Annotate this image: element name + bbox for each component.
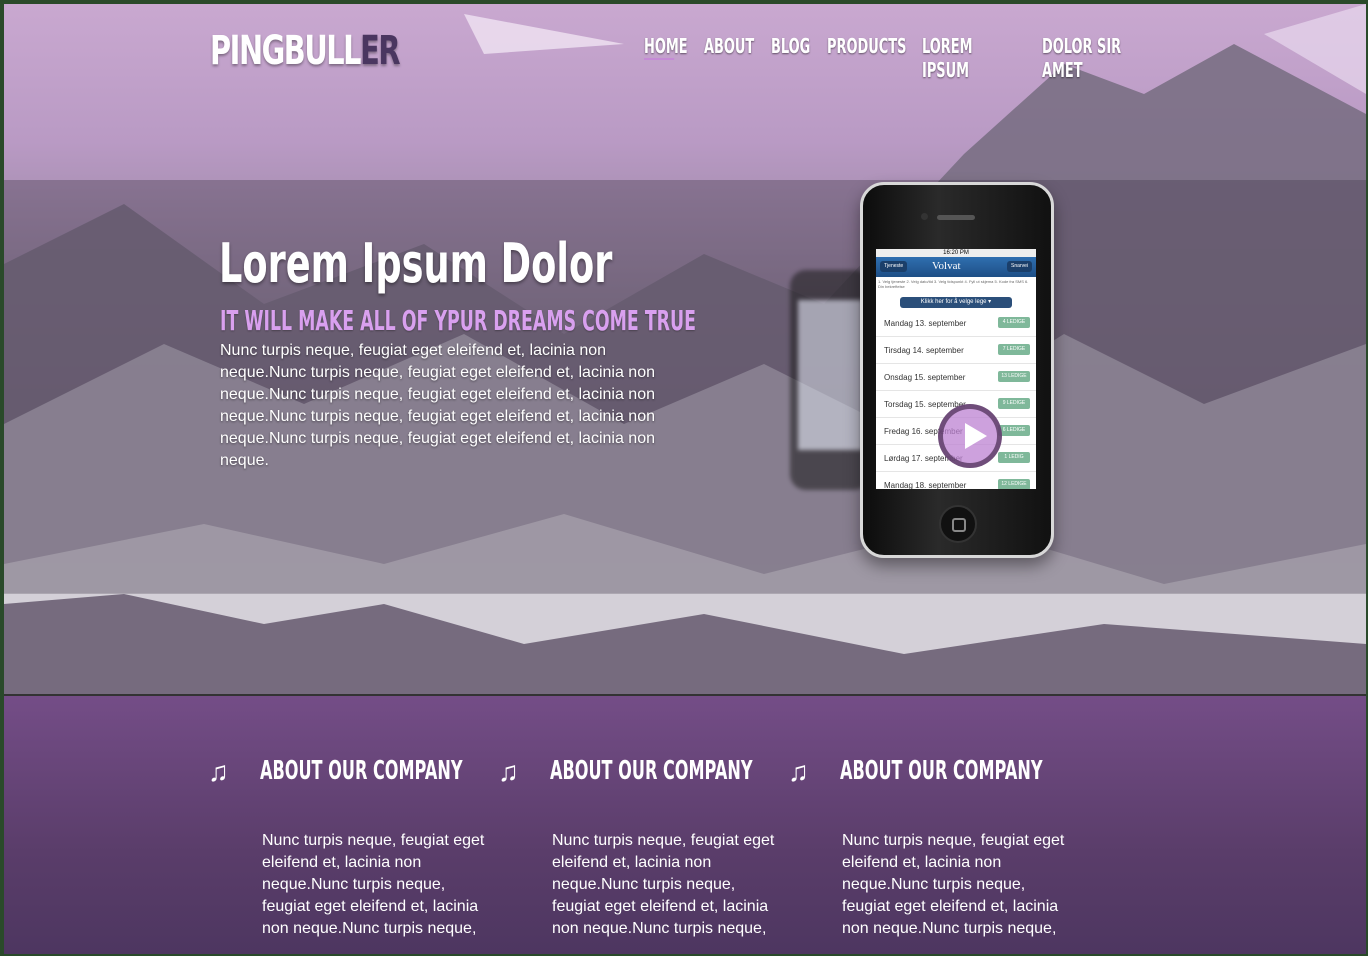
- phone-home-button-icon: [939, 505, 977, 543]
- speaker-icon: [937, 215, 975, 220]
- hero-text: Nunc turpis neque, feugiat eget eleifend…: [220, 342, 655, 469]
- phone-right-button: Snarvei: [1007, 261, 1032, 272]
- nav-about[interactable]: ABOUT: [704, 34, 754, 58]
- camera-icon: [921, 213, 928, 220]
- feature-text: Nunc turpis neque, feugiat eget eleifend…: [842, 832, 1065, 937]
- phone-row-day: Mandag 13. september: [884, 319, 967, 328]
- feature-text: Nunc turpis neque, feugiat eget eleifend…: [262, 832, 485, 937]
- main-nav: HOME ABOUT BLOG PRODUCTS LOREM IPSUM DOL…: [644, 34, 1182, 82]
- phone-row: Onsdag 15. september 13 LEDIGE: [876, 364, 1036, 391]
- nav-dolor-sir-amet[interactable]: DOLOR SIR AMET: [1042, 34, 1130, 82]
- logo-accent: ER: [360, 28, 400, 74]
- phone-pick-button: Klikk her for å velge lege ▾: [900, 297, 1012, 308]
- phone-back-button: Tjeneste: [880, 261, 908, 272]
- phone-row-badge: 12 LEDIGE: [998, 479, 1030, 489]
- phone-brand: Volvat: [932, 260, 961, 272]
- hero-title: Lorem Ipsum Dolor: [219, 232, 613, 295]
- nav-blog[interactable]: BLOG: [771, 34, 810, 58]
- phone-row: Mandag 13. september 4 LEDIGE: [876, 310, 1036, 337]
- phone-row: Tirsdag 14. september 7 LEDIGE: [876, 337, 1036, 364]
- feature-title: ABOUT OUR COMPANY: [840, 756, 1043, 786]
- feature-text: Nunc turpis neque, feugiat eget eleifend…: [552, 832, 775, 937]
- nav-lorem-ipsum[interactable]: LOREM IPSUM: [922, 34, 995, 82]
- phone-row-badge: 13 LEDIGE: [998, 371, 1030, 382]
- nav-home[interactable]: HOME: [644, 34, 688, 60]
- site-logo[interactable]: PINGBULLER: [210, 28, 400, 74]
- music-note-icon: ♫: [208, 756, 229, 787]
- logo-main: PINGBULL: [210, 28, 362, 74]
- phone-reflection: [790, 270, 870, 490]
- feature-title: ABOUT OUR COMPANY: [260, 756, 463, 786]
- phone-status-bar: 16:20 PM: [876, 249, 1036, 257]
- hero-band: [4, 180, 1366, 594]
- play-icon[interactable]: [938, 404, 1002, 468]
- hero-background: [4, 4, 1366, 694]
- hero-subtitle: IT WILL MAKE ALL OF YPUR DREAMS COME TRU…: [220, 304, 696, 337]
- phone-row-badge: 7 LEDIGE: [998, 344, 1030, 355]
- phone-app-bar: Tjeneste Volvat Snarvei: [876, 257, 1036, 277]
- phone-row-day: Mandag 18. september: [884, 481, 967, 489]
- phone-mockup: 16:20 PM Tjeneste Volvat Snarvei 1. Velg…: [860, 182, 1054, 558]
- phone-row-badge: 1 LEDIG: [998, 452, 1030, 463]
- nav-products[interactable]: PRODUCTS: [827, 34, 906, 58]
- music-note-icon: ♫: [498, 756, 519, 787]
- phone-row-badge: 9 LEDIGE: [998, 398, 1030, 409]
- phone-row-badge: 6 LEDIGE: [998, 425, 1030, 436]
- page: PINGBULLER HOME ABOUT BLOG PRODUCTS LORE…: [4, 4, 1366, 954]
- phone-row-day: Onsdag 15. september: [884, 373, 966, 382]
- phone-row-day: Tirsdag 14. september: [884, 346, 964, 355]
- music-note-icon: ♫: [788, 756, 809, 787]
- phone-screen: 16:20 PM Tjeneste Volvat Snarvei 1. Velg…: [876, 249, 1036, 489]
- phone-row: Mandag 18. september 12 LEDIGE: [876, 472, 1036, 489]
- phone-row-badge: 4 LEDIGE: [998, 317, 1030, 328]
- phone-steps: 1. Velg tjeneste 2. Velg dato/tid 3. Vel…: [878, 279, 1029, 289]
- feature-title: ABOUT OUR COMPANY: [550, 756, 753, 786]
- features-section: ♫ ABOUT OUR COMPANY Nunc turpis neque, f…: [4, 694, 1366, 954]
